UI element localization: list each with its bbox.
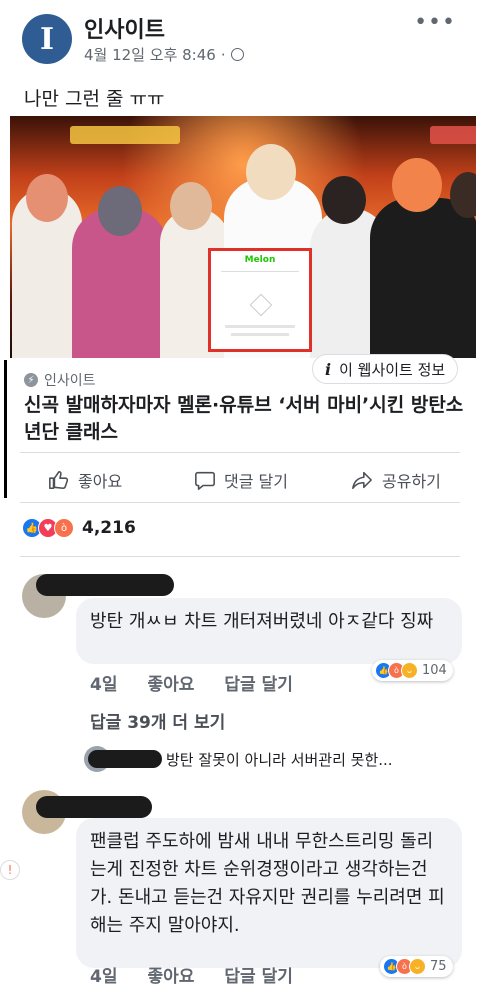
reply-preview[interactable]: 방탄 잘못이 아니라 서버관리 못한... — [84, 746, 393, 772]
site-info-label: 이 웹사이트 정보 — [339, 360, 446, 379]
link-headline[interactable]: 신곡 발매하자마자 멜론·유튜브 ‘서버 마비’시킨 방탄소년단 클래스 — [24, 392, 474, 446]
reply-text: 방탄 잘못이 아니라 서버관리 못한... — [166, 750, 393, 769]
avatar-letter: I — [39, 21, 55, 57]
thumbs-up-icon — [49, 470, 69, 490]
comment-reply[interactable]: 답글 달기 — [224, 962, 292, 987]
divider — [20, 452, 460, 453]
comment-label: 댓글 달기 — [224, 472, 288, 491]
page-avatar[interactable]: I — [22, 14, 72, 64]
scroll-indicator — [4, 360, 7, 498]
post-text: 나만 그런 줄 ㅠㅠ — [24, 88, 165, 110]
site-info-button[interactable]: i 이 웹사이트 정보 — [312, 354, 459, 384]
comment-like[interactable]: 좋아요 — [147, 962, 194, 987]
diamond-icon — [249, 293, 273, 317]
comment-text: 팬클럽 주도하에 밤새 내내 무한스트리밍 돌리는게 진정한 차트 순위경쟁이라… — [90, 831, 445, 936]
person-head — [322, 176, 366, 224]
comment-reaction-count: 104 — [422, 663, 447, 678]
angry-icon: ò — [54, 518, 74, 538]
like-button[interactable]: 좋아요 — [48, 468, 122, 492]
like-label: 좋아요 — [78, 472, 123, 491]
comment-reactions[interactable]: 👍 ò ᴗ 75 — [380, 956, 453, 977]
haha-icon: ᴗ — [401, 662, 418, 679]
comment-time[interactable]: 4일 — [90, 670, 117, 695]
divider — [20, 556, 460, 557]
meta-dot: · — [220, 45, 226, 64]
person-head — [26, 174, 68, 222]
info-icon: i — [325, 359, 332, 379]
person-figure — [370, 198, 476, 358]
marquee-sign — [70, 126, 180, 144]
marquee-sign — [430, 126, 476, 144]
redacted-name — [36, 574, 174, 596]
phone-divider — [221, 271, 299, 272]
share-icon — [352, 471, 372, 490]
bolt-icon: ⚡ — [24, 373, 38, 387]
source-name: 인사이트 — [44, 373, 96, 389]
comment-reactions[interactable]: 👍 ò ᴗ 104 — [372, 660, 453, 681]
melon-logo: Melon — [244, 255, 276, 265]
redacted-name — [36, 796, 152, 818]
comment-like[interactable]: 좋아요 — [147, 670, 194, 695]
comment-reply[interactable]: 답글 달기 — [224, 670, 292, 695]
post-meta: 4월 12일 오후 8:46 · — [84, 44, 244, 65]
share-label: 공유하기 — [382, 472, 441, 491]
comment-button[interactable]: 댓글 달기 — [194, 468, 288, 492]
comment-icon — [195, 471, 215, 490]
comment-bubble: 방탄 개ㅆㅂ 차트 개터져버렸네 아ㅈ같다 징짜 — [76, 598, 462, 664]
more-options-icon[interactable]: ••• — [414, 12, 456, 34]
globe-icon — [230, 48, 244, 61]
page-name[interactable]: 인사이트 — [84, 12, 165, 44]
comment-text: 방탄 개ㅆㅂ 차트 개터져버렸네 아ㅈ같다 징짜 — [90, 611, 434, 632]
reaction-count: 4,216 — [82, 518, 136, 538]
comment-actions: 4일 좋아요 답글 달기 — [90, 962, 293, 987]
post-date[interactable]: 4월 12일 오후 8:46 — [84, 44, 216, 65]
comment-bubble: 팬클럽 주도하에 밤새 내내 무한스트리밍 돌리는게 진정한 차트 순위경쟁이라… — [76, 818, 462, 968]
divider — [20, 502, 460, 503]
more-replies-link[interactable]: 답글 39개 더 보기 — [90, 708, 225, 733]
alert-icon: ! — [0, 860, 20, 880]
person-head — [246, 144, 296, 200]
comment-time[interactable]: 4일 — [90, 962, 117, 987]
comment-actions: 4일 좋아요 답글 달기 — [90, 670, 293, 695]
link-source: ⚡ 인사이트 — [24, 370, 96, 390]
person-head — [392, 158, 442, 212]
phone-text-line — [231, 333, 289, 336]
melon-screenshot: Melon — [208, 248, 312, 352]
person-head — [170, 182, 212, 230]
reaction-summary[interactable]: 👍 ♥ ò 4,216 — [22, 518, 136, 538]
share-button[interactable]: 공유하기 — [350, 468, 441, 492]
haha-icon: ᴗ — [409, 958, 426, 975]
person-head — [98, 186, 142, 236]
phone-text-line — [225, 325, 295, 328]
comment-reaction-count: 75 — [430, 959, 447, 974]
redacted-name — [88, 750, 162, 768]
